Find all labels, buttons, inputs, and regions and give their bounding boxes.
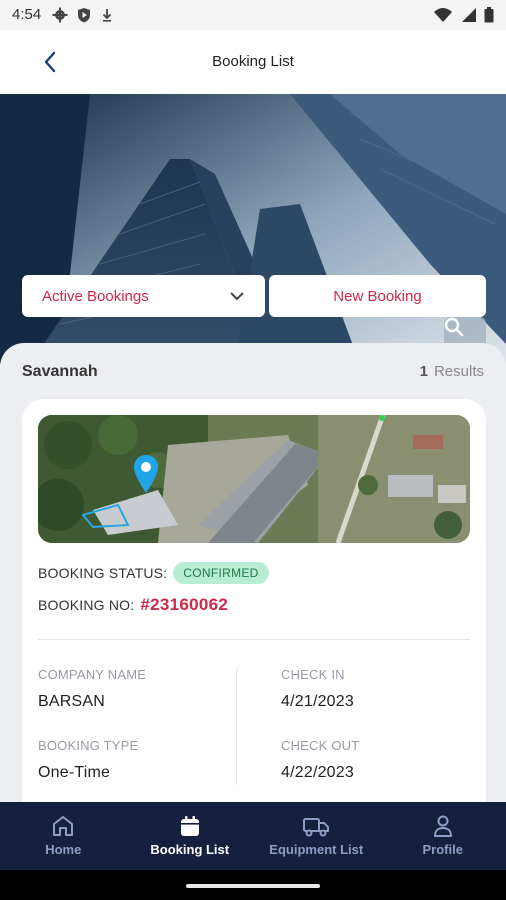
nav-equipment-list-label: Equipment List [269, 842, 364, 857]
nav-equipment-list[interactable]: Equipment List [253, 802, 380, 870]
booking-status-label: BOOKING STATUS: [38, 565, 168, 581]
download-icon [102, 9, 112, 22]
nav-booking-list-label: Booking List [150, 842, 230, 857]
status-badge: CONFIRMED [173, 562, 269, 584]
nav-home-label: Home [45, 842, 82, 857]
battery-icon [484, 7, 494, 23]
page-title: Booking List [212, 53, 294, 70]
new-booking-button[interactable]: New Booking [269, 275, 486, 317]
location-name: Savannah [22, 363, 98, 380]
booking-number-row: BOOKING NO: #23160062 [38, 595, 228, 615]
signal-icon [462, 8, 476, 22]
results-number: 1 [419, 363, 428, 380]
booking-filter-dropdown[interactable]: Active Bookings [22, 275, 265, 317]
container-stack-illustration [0, 94, 506, 364]
search-icon [444, 317, 464, 337]
status-icons-left [52, 7, 114, 23]
status-time: 4:54 [12, 6, 42, 23]
status-icons-right [434, 7, 494, 23]
home-icon [53, 816, 74, 836]
results-label: Results [433, 363, 484, 380]
booking-number-label: BOOKING NO: [38, 597, 135, 613]
nav-profile[interactable]: Profile [380, 802, 506, 870]
results-panel: Savannah 1 Results BOOKING STATUS: CONFI… [0, 343, 506, 829]
nav-home[interactable]: Home [0, 802, 127, 870]
chevron-down-icon [230, 292, 244, 301]
wifi-icon [434, 8, 452, 22]
person-icon [433, 815, 452, 837]
company-name-value: BARSAN [38, 693, 105, 710]
check-in-value: 4/21/2023 [281, 693, 354, 710]
system-navigation-bar [0, 870, 506, 900]
hero-image [0, 94, 506, 364]
booking-filter-value: Active Bookings [42, 287, 149, 305]
booking-type-value: One-Time [38, 764, 111, 781]
booking-card[interactable]: BOOKING STATUS: CONFIRMED BOOKING NO: #2… [22, 399, 486, 829]
location-pin-icon [134, 455, 158, 493]
settings-icon [52, 7, 68, 23]
aerial-map-image [38, 415, 470, 543]
home-indicator[interactable] [186, 884, 320, 888]
play-protect-icon [78, 8, 90, 23]
truck-icon [303, 818, 330, 837]
check-out-label: CHECK OUT [281, 738, 360, 753]
results-count: 1 Results [420, 363, 484, 380]
nav-booking-list[interactable]: Booking List [127, 802, 254, 870]
divider [38, 639, 470, 640]
booking-number-value: #23160062 [140, 595, 229, 614]
status-bar: 4:54 [0, 0, 506, 30]
calendar-icon [180, 816, 199, 836]
company-name-label: COMPANY NAME [38, 667, 147, 682]
vertical-divider [236, 667, 237, 785]
check-in-label: CHECK IN [281, 667, 345, 682]
bottom-navigation: Home Booking List Equipment List Profile [0, 802, 506, 870]
facility-map[interactable] [38, 415, 470, 543]
booking-type-label: BOOKING TYPE [38, 738, 139, 753]
app-bar: Booking List [0, 30, 506, 94]
check-out-value: 4/22/2023 [281, 764, 354, 781]
nav-profile-label: Profile [422, 842, 463, 857]
booking-status-row: BOOKING STATUS: CONFIRMED [38, 562, 269, 584]
